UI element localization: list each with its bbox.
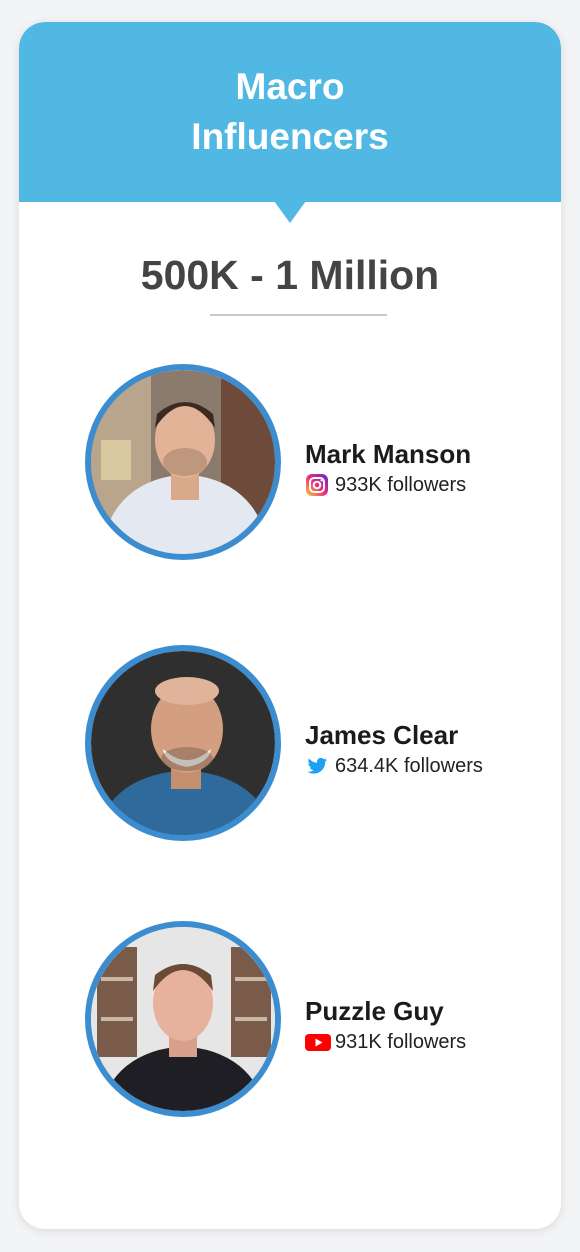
influencer-name: Mark Manson [305, 439, 472, 469]
follower-count: 634.4K followers [305, 753, 483, 779]
instagram-icon [305, 473, 329, 497]
follower-count-text: 933K followers [335, 474, 467, 496]
follower-count: 931K followers [305, 1029, 466, 1055]
follower-range: 500K - 1 Million [140, 252, 440, 298]
divider [210, 314, 387, 316]
influencer-item: Mark Manson 933K followers [85, 364, 545, 574]
avatar [85, 645, 281, 841]
influencer-info: Puzzle Guy 931K followers [305, 995, 466, 1055]
card-title: Macro Influencers [19, 62, 561, 162]
follower-count-text: 931K followers [335, 1031, 467, 1053]
influencer-info: James Clear 634.4K followers [305, 719, 483, 779]
youtube-icon [305, 1030, 331, 1054]
influencer-item: Puzzle Guy 931K followers [85, 921, 545, 1131]
influencer-name: Puzzle Guy [305, 996, 444, 1026]
influencer-item: James Clear 634.4K followers [85, 645, 545, 855]
card-title-line2: Influencers [191, 116, 389, 157]
twitter-icon [305, 754, 329, 778]
follower-count-text: 634.4K followers [335, 755, 483, 777]
avatar [85, 921, 281, 1117]
avatar [85, 364, 281, 560]
influencer-info: Mark Manson 933K followers [305, 438, 471, 498]
header-banner: Macro Influencers [19, 22, 561, 202]
banner-pointer [274, 201, 306, 223]
influencer-name: James Clear [305, 720, 459, 750]
influencer-card: Macro Influencers 500K - 1 Million Mark … [19, 22, 561, 1229]
card-title-line1: Macro [235, 66, 345, 107]
follower-count: 933K followers [305, 472, 471, 498]
